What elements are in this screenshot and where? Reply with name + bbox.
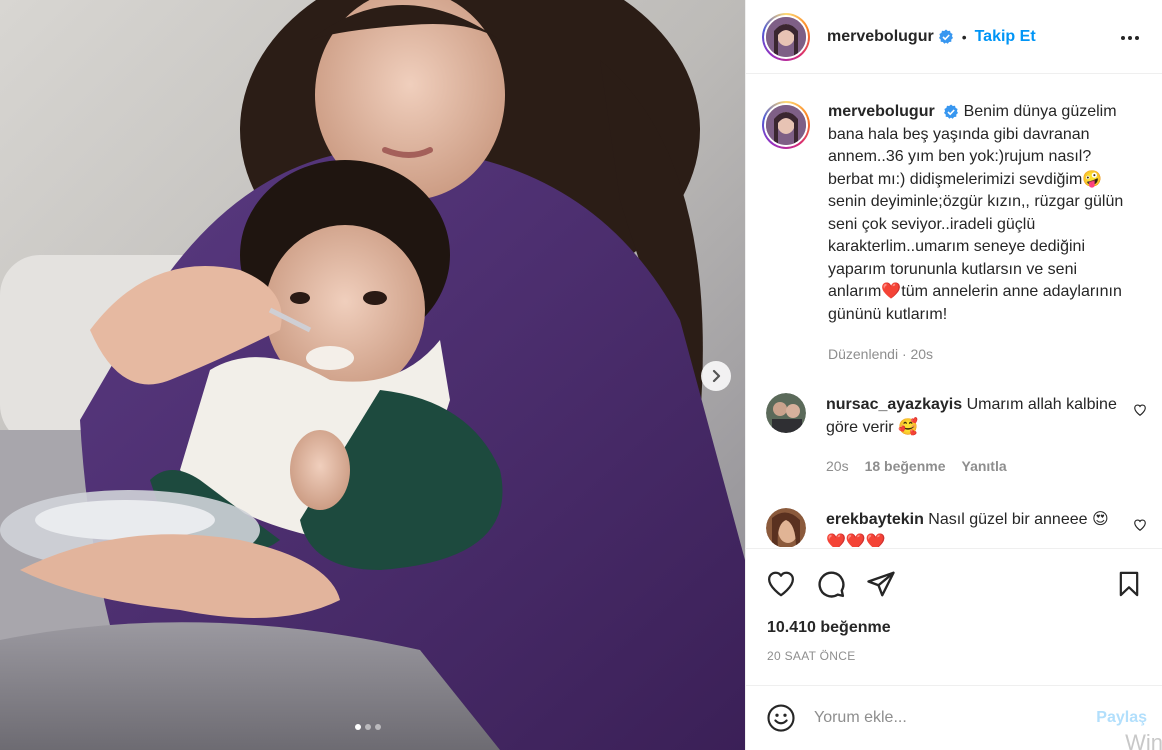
post-actions: 10.410 beğenme 20 SAAT ÖNCE [746, 548, 1162, 663]
comment-item: erekbaytekin Nasıl güzel bir anneee 😍❤️❤… [746, 507, 1162, 548]
comments-section: mervebolugur Benim dünya güzelim bana ha… [746, 75, 1162, 547]
share-paper-plane-icon[interactable] [866, 569, 896, 599]
comment-username[interactable]: erekbaytekin [826, 511, 924, 528]
comment-body: nursac_ayazkayis Umarım allah kalbine gö… [826, 393, 1121, 478]
verified-badge-icon [944, 104, 959, 119]
comment-item: nursac_ayazkayis Umarım allah kalbine gö… [746, 392, 1162, 478]
more-options-icon[interactable] [1120, 26, 1140, 50]
like-heart-icon[interactable] [766, 569, 796, 599]
comment-like-heart-icon[interactable] [1133, 403, 1147, 417]
add-comment-bar: Paylaş Win [746, 685, 1162, 750]
post-timestamp: 20 SAAT ÖNCE [767, 649, 856, 663]
header-username[interactable]: mervebolugur [827, 28, 934, 46]
comment-body: erekbaytekin Nasıl güzel bir anneee 😍❤️❤… [826, 508, 1121, 548]
windows-watermark: Win [1125, 730, 1162, 750]
reply-button[interactable]: Yanıtla [962, 455, 1007, 478]
post-header: mervebolugur • Takip Et [746, 0, 1162, 74]
comment-username[interactable]: nursac_ayazkayis [826, 396, 962, 413]
carousel-dot [375, 724, 381, 730]
separator: • [961, 28, 967, 45]
bookmark-icon[interactable] [1115, 569, 1143, 599]
comment-meta: 20s 18 beğenme Yanıtla [826, 455, 1121, 478]
post-caption: mervebolugur Benim dünya güzelim bana ha… [746, 75, 1162, 366]
caption-body: mervebolugur Benim dünya güzelim bana ha… [828, 101, 1128, 366]
post-photo[interactable] [0, 0, 745, 750]
carousel-dot [365, 724, 371, 730]
comment-input[interactable] [814, 709, 1084, 727]
carousel-indicator [355, 724, 381, 730]
comment-like-heart-icon[interactable] [1133, 518, 1147, 532]
carousel-dot [355, 724, 361, 730]
chevron-right-icon [712, 369, 721, 383]
post-comment-button[interactable]: Paylaş [1096, 709, 1147, 727]
post-side-panel: mervebolugur • Takip Et mervebolugur Ben… [745, 0, 1162, 750]
next-image-button[interactable] [701, 361, 731, 391]
avatar[interactable] [762, 12, 810, 61]
commenter-avatar[interactable] [766, 392, 806, 433]
action-icons-row [746, 549, 1162, 601]
caption-text: Benim dünya güzelim bana hala beş yaşınd… [828, 103, 1124, 323]
verified-badge-icon [938, 29, 953, 44]
comment-time: 20s [826, 457, 849, 474]
commenter-avatar[interactable] [766, 507, 806, 548]
likes-count[interactable]: 10.410 beğenme [746, 601, 1162, 637]
caption-meta: Düzenlendi · 20s [828, 346, 934, 362]
caption-avatar[interactable] [762, 101, 810, 149]
photo-image [0, 0, 745, 750]
follow-button[interactable]: Takip Et [975, 28, 1036, 46]
comment-bubble-icon[interactable] [816, 569, 846, 599]
comment-likes[interactable]: 18 beğenme [865, 455, 946, 478]
caption-username[interactable]: mervebolugur [828, 103, 935, 120]
emoji-smiley-icon[interactable] [766, 703, 796, 733]
